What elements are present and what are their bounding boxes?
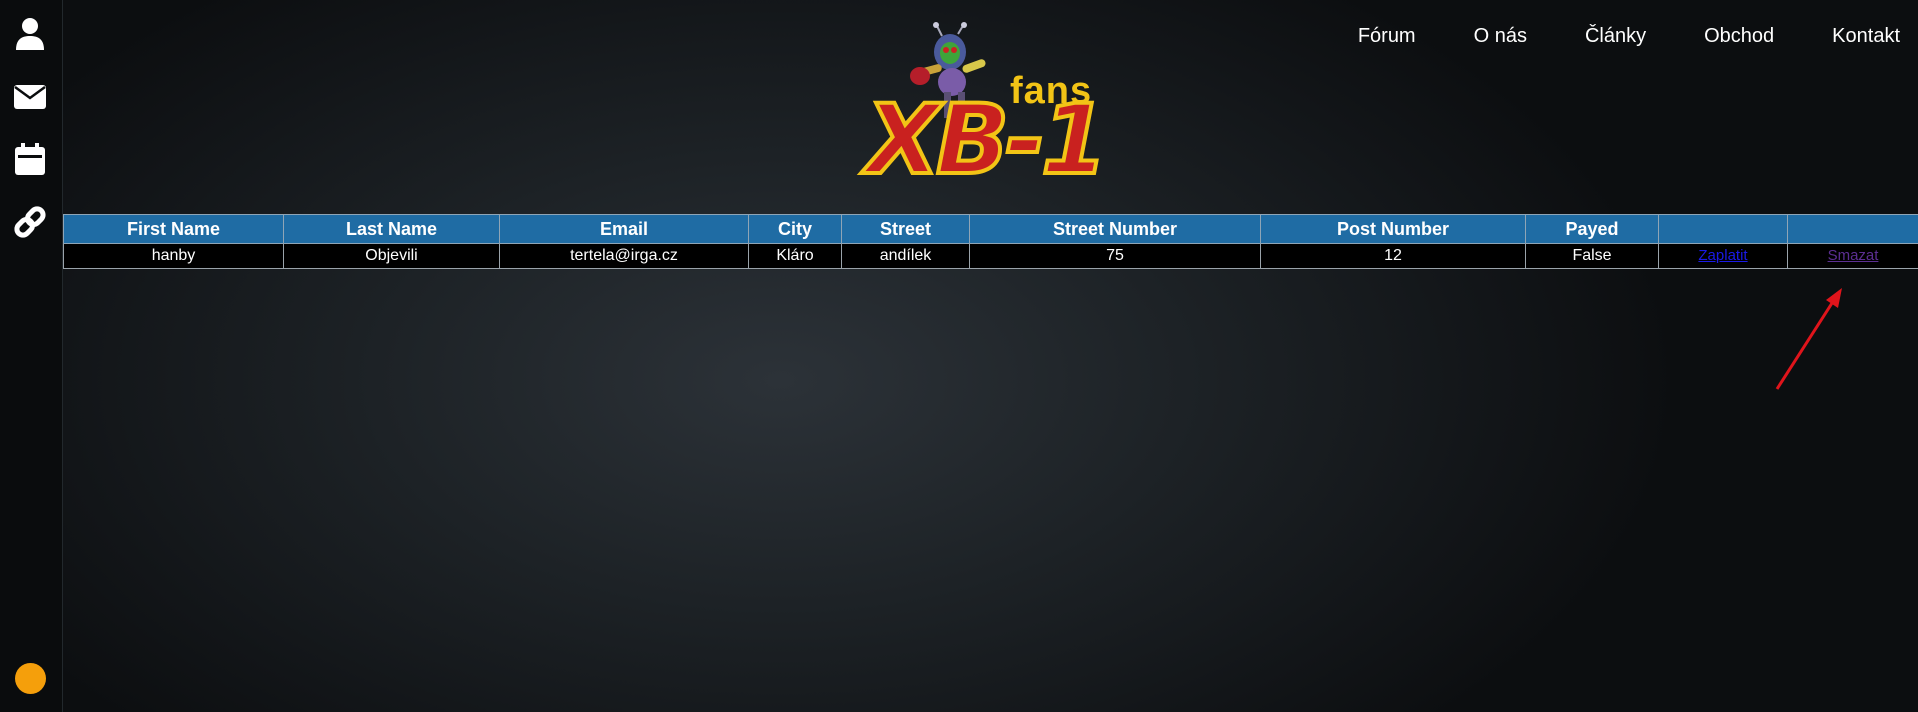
- column-header-payed: Payed: [1525, 214, 1659, 244]
- cell-first-name: hanby: [63, 243, 284, 269]
- table-row: hanby Objevili tertela@irga.cz Kláro and…: [63, 243, 1918, 269]
- top-navigation: Fórum O nás Články Obchod Kontakt: [1300, 25, 1900, 48]
- column-header-email: Email: [499, 214, 749, 244]
- orders-table: First Name Last Name Email City Street S…: [63, 214, 1918, 269]
- column-header-post-number: Post Number: [1260, 214, 1526, 244]
- nav-item-kontakt[interactable]: Kontakt: [1832, 25, 1900, 48]
- cell-last-name: Objevili: [283, 243, 500, 269]
- table-header-row: First Name Last Name Email City Street S…: [63, 214, 1918, 244]
- nav-item-clanky[interactable]: Články: [1585, 25, 1646, 48]
- column-header-delete-action: [1787, 214, 1918, 244]
- column-header-last-name: Last Name: [283, 214, 500, 244]
- cell-email: tertela@irga.cz: [499, 243, 749, 269]
- calendar-icon[interactable]: [12, 141, 48, 177]
- nav-item-forum[interactable]: Fórum: [1358, 25, 1416, 48]
- cell-delete-action: Smazat: [1787, 243, 1918, 269]
- link-icon[interactable]: [12, 204, 48, 240]
- cell-pay-action: Zaplatit: [1658, 243, 1788, 269]
- user-icon[interactable]: [12, 16, 48, 52]
- delete-link[interactable]: Smazat: [1828, 247, 1879, 264]
- column-header-street: Street: [841, 214, 970, 244]
- cell-city: Kláro: [748, 243, 842, 269]
- cell-payed: False: [1525, 243, 1659, 269]
- site-logo[interactable]: fans XB-1: [864, 22, 1110, 196]
- column-header-city: City: [748, 214, 842, 244]
- pay-link[interactable]: Zaplatit: [1698, 247, 1747, 264]
- status-indicator: [15, 663, 46, 694]
- envelope-icon[interactable]: [12, 79, 48, 115]
- sidebar: [0, 0, 63, 712]
- logo-name-text: XB-1: [864, 84, 1110, 196]
- annotation-arrow-icon: [1775, 288, 1842, 390]
- nav-item-o-nas[interactable]: O nás: [1474, 25, 1527, 48]
- cell-street-number: 75: [969, 243, 1261, 269]
- column-header-first-name: First Name: [63, 214, 284, 244]
- cell-post-number: 12: [1260, 243, 1526, 269]
- cell-street: andílek: [841, 243, 970, 269]
- column-header-street-number: Street Number: [969, 214, 1261, 244]
- nav-item-obchod[interactable]: Obchod: [1704, 25, 1774, 48]
- column-header-pay-action: [1658, 214, 1788, 244]
